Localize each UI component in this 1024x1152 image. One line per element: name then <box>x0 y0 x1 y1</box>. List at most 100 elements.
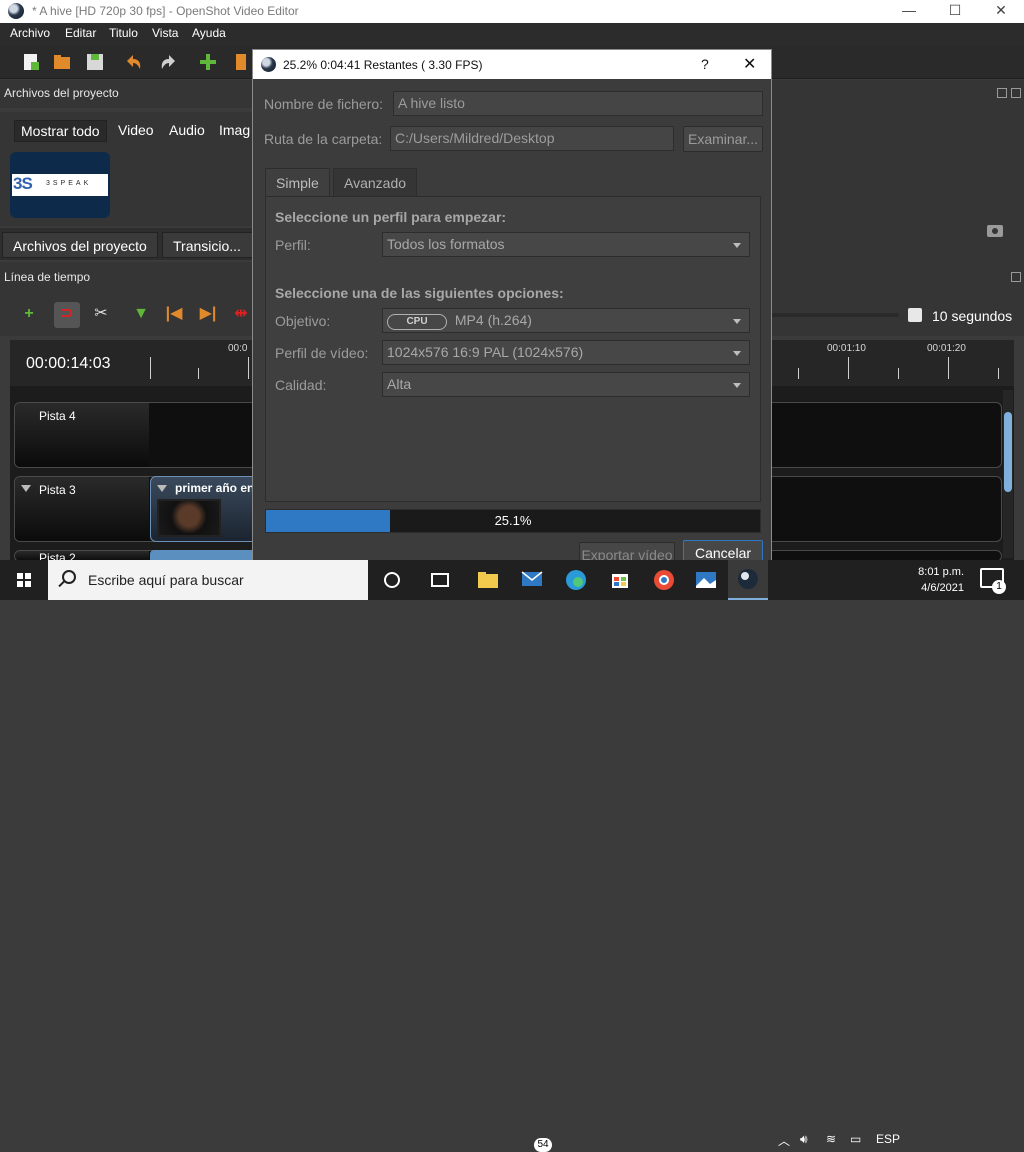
store-icon[interactable] <box>604 564 636 596</box>
quality-select-value: Alta <box>387 376 412 392</box>
profile-section-title: Seleccione un perfil para empezar: <box>275 209 507 225</box>
choose-profile-icon[interactable] <box>230 51 252 73</box>
ruler-tick <box>998 368 999 379</box>
add-track-icon[interactable]: + <box>16 302 42 328</box>
ruler-tick <box>798 368 799 379</box>
tab-project-files[interactable]: Archivos del proyecto <box>2 232 158 258</box>
filter-audio[interactable]: Audio <box>163 120 211 140</box>
filter-video[interactable]: Video <box>112 120 160 140</box>
help-button[interactable]: ? <box>701 56 709 72</box>
target-select[interactable]: CPU MP4 (h.264) <box>382 308 750 333</box>
cortana-icon[interactable] <box>376 564 408 596</box>
razor-icon[interactable]: ✂ <box>88 302 114 328</box>
tab-advanced[interactable]: Avanzado <box>333 168 418 196</box>
undo-icon[interactable] <box>122 51 144 73</box>
windows-taskbar: Escribe aquí para buscar 54 ︿ 🔊︎ ≋ ▭ ESP… <box>0 560 1024 1152</box>
import-files-icon[interactable] <box>197 51 219 73</box>
clock-date: 4/6/2021 <box>921 582 964 594</box>
cpu-badge: CPU <box>387 314 447 330</box>
language-indicator[interactable]: ESP <box>876 1132 900 1146</box>
timeline-clip[interactable] <box>150 550 260 560</box>
track-name: Pista 3 <box>39 483 76 497</box>
search-placeholder: Escribe aquí para buscar <box>88 572 244 588</box>
close-panel-icon[interactable] <box>1011 88 1021 98</box>
close-button[interactable]: ✕ <box>978 0 1024 23</box>
video-profile-label: Perfil de vídeo: <box>275 345 369 361</box>
next-marker-icon[interactable]: ▶| <box>195 302 221 328</box>
menu-editar[interactable]: Editar <box>65 26 96 40</box>
dialog-close-button[interactable]: ✕ <box>743 54 756 74</box>
project-bottom-tabs: Archivos del proyecto Transicio... <box>0 228 255 260</box>
profile-select[interactable]: Todos los formatos <box>382 232 750 257</box>
file-explorer-icon[interactable] <box>472 564 504 596</box>
menu-archivo[interactable]: Archivo <box>10 26 50 40</box>
tab-transitions[interactable]: Transicio... <box>162 232 254 258</box>
tab-simple[interactable]: Simple <box>265 168 330 196</box>
ruler-label: 00:0 <box>228 343 248 354</box>
filename-field[interactable]: A hive listo <box>393 91 763 116</box>
taskbar-search-box[interactable]: Escribe aquí para buscar <box>48 560 368 600</box>
ruler-label: 00:01:10 <box>827 343 866 354</box>
video-profile-select-value: 1024x576 16:9 PAL (1024x576) <box>387 344 584 360</box>
options-section-title: Seleccione una de las siguientes opcione… <box>275 285 564 301</box>
redo-icon[interactable] <box>158 51 180 73</box>
ruler-tick <box>248 357 249 379</box>
volume-icon[interactable]: 🔊︎ <box>800 1132 808 1147</box>
timeline-clip[interactable]: primer año en <box>150 476 260 542</box>
float-panel-icon[interactable] <box>997 88 1007 98</box>
chrome-icon[interactable] <box>648 564 680 596</box>
folder-path-label: Ruta de la carpeta: <box>264 131 383 147</box>
openshot-taskbar-button[interactable] <box>728 560 768 600</box>
battery-icon[interactable]: ▭ <box>850 1132 861 1146</box>
window-titlebar: * A hive [HD 720p 30 fps] - OpenShot Vid… <box>0 0 1024 23</box>
filter-show-all[interactable]: Mostrar todo <box>14 120 107 142</box>
wifi-icon[interactable]: ≋ <box>826 1132 836 1146</box>
save-project-icon[interactable] <box>84 51 106 73</box>
add-marker-icon[interactable]: ▼ <box>128 302 154 328</box>
previous-marker-icon[interactable]: |◀ <box>161 302 187 328</box>
playhead-timecode: 00:00:14:03 <box>26 355 111 372</box>
timeline-title: Línea de tiempo <box>4 270 91 284</box>
folder-path-field[interactable]: C:/Users/Mildred/Desktop <box>390 126 674 151</box>
minimize-button[interactable]: — <box>886 0 932 23</box>
chevron-down-icon <box>733 319 741 324</box>
browse-button[interactable]: Examinar... <box>683 126 763 152</box>
photos-icon[interactable] <box>690 564 722 596</box>
show-hidden-icons-icon[interactable]: ︿ <box>778 1132 790 1149</box>
zoom-slider[interactable] <box>771 313 899 317</box>
maximize-button[interactable]: ☐ <box>932 0 978 23</box>
taskbar-clock[interactable]: 8:01 p.m. 4/6/2021 <box>900 564 964 596</box>
clip-menu-arrow-icon[interactable] <box>157 485 167 492</box>
menu-titulo[interactable]: Titulo <box>109 26 138 40</box>
center-playhead-icon[interactable]: ⇹ <box>228 302 254 328</box>
timeline-vertical-scrollbar[interactable] <box>1003 390 1013 558</box>
filter-image[interactable]: Imag <box>213 120 256 140</box>
ruler-tick <box>848 357 849 379</box>
zoom-label: 10 segundos <box>932 308 1013 324</box>
filename-label: Nombre de fichero: <box>264 96 384 112</box>
open-project-icon[interactable] <box>51 51 73 73</box>
float-timeline-icon[interactable] <box>1011 272 1021 282</box>
mail-icon[interactable] <box>518 564 550 596</box>
scrollbar-thumb[interactable] <box>1004 412 1012 492</box>
snapping-icon[interactable]: ⊃ <box>54 302 80 328</box>
ruler-tick <box>150 357 151 379</box>
chevron-down-icon <box>733 383 741 388</box>
profile-select-value: Todos los formatos <box>387 236 505 252</box>
video-profile-select[interactable]: 1024x576 16:9 PAL (1024x576) <box>382 340 750 365</box>
edge-icon[interactable] <box>560 564 592 596</box>
simple-options-panel: Seleccione un perfil para empezar: Perfi… <box>265 196 761 502</box>
window-title: * A hive [HD 720p 30 fps] - OpenShot Vid… <box>32 4 299 18</box>
collapse-arrow-icon[interactable] <box>21 485 31 492</box>
3speak-logo-icon: 3S <box>13 174 33 193</box>
new-project-icon[interactable] <box>20 51 42 73</box>
menu-vista[interactable]: Vista <box>152 26 178 40</box>
3speak-logo-text: 3SPEAK <box>46 180 92 187</box>
task-view-icon[interactable] <box>424 564 456 596</box>
zoom-handle[interactable] <box>908 308 922 322</box>
quality-select[interactable]: Alta <box>382 372 750 397</box>
camera-icon[interactable] <box>987 225 1003 237</box>
menu-ayuda[interactable]: Ayuda <box>192 26 226 40</box>
windows-start-icon[interactable] <box>0 560 48 600</box>
project-file-thumbnail[interactable]: 3S 3SPEAK <box>10 152 110 218</box>
